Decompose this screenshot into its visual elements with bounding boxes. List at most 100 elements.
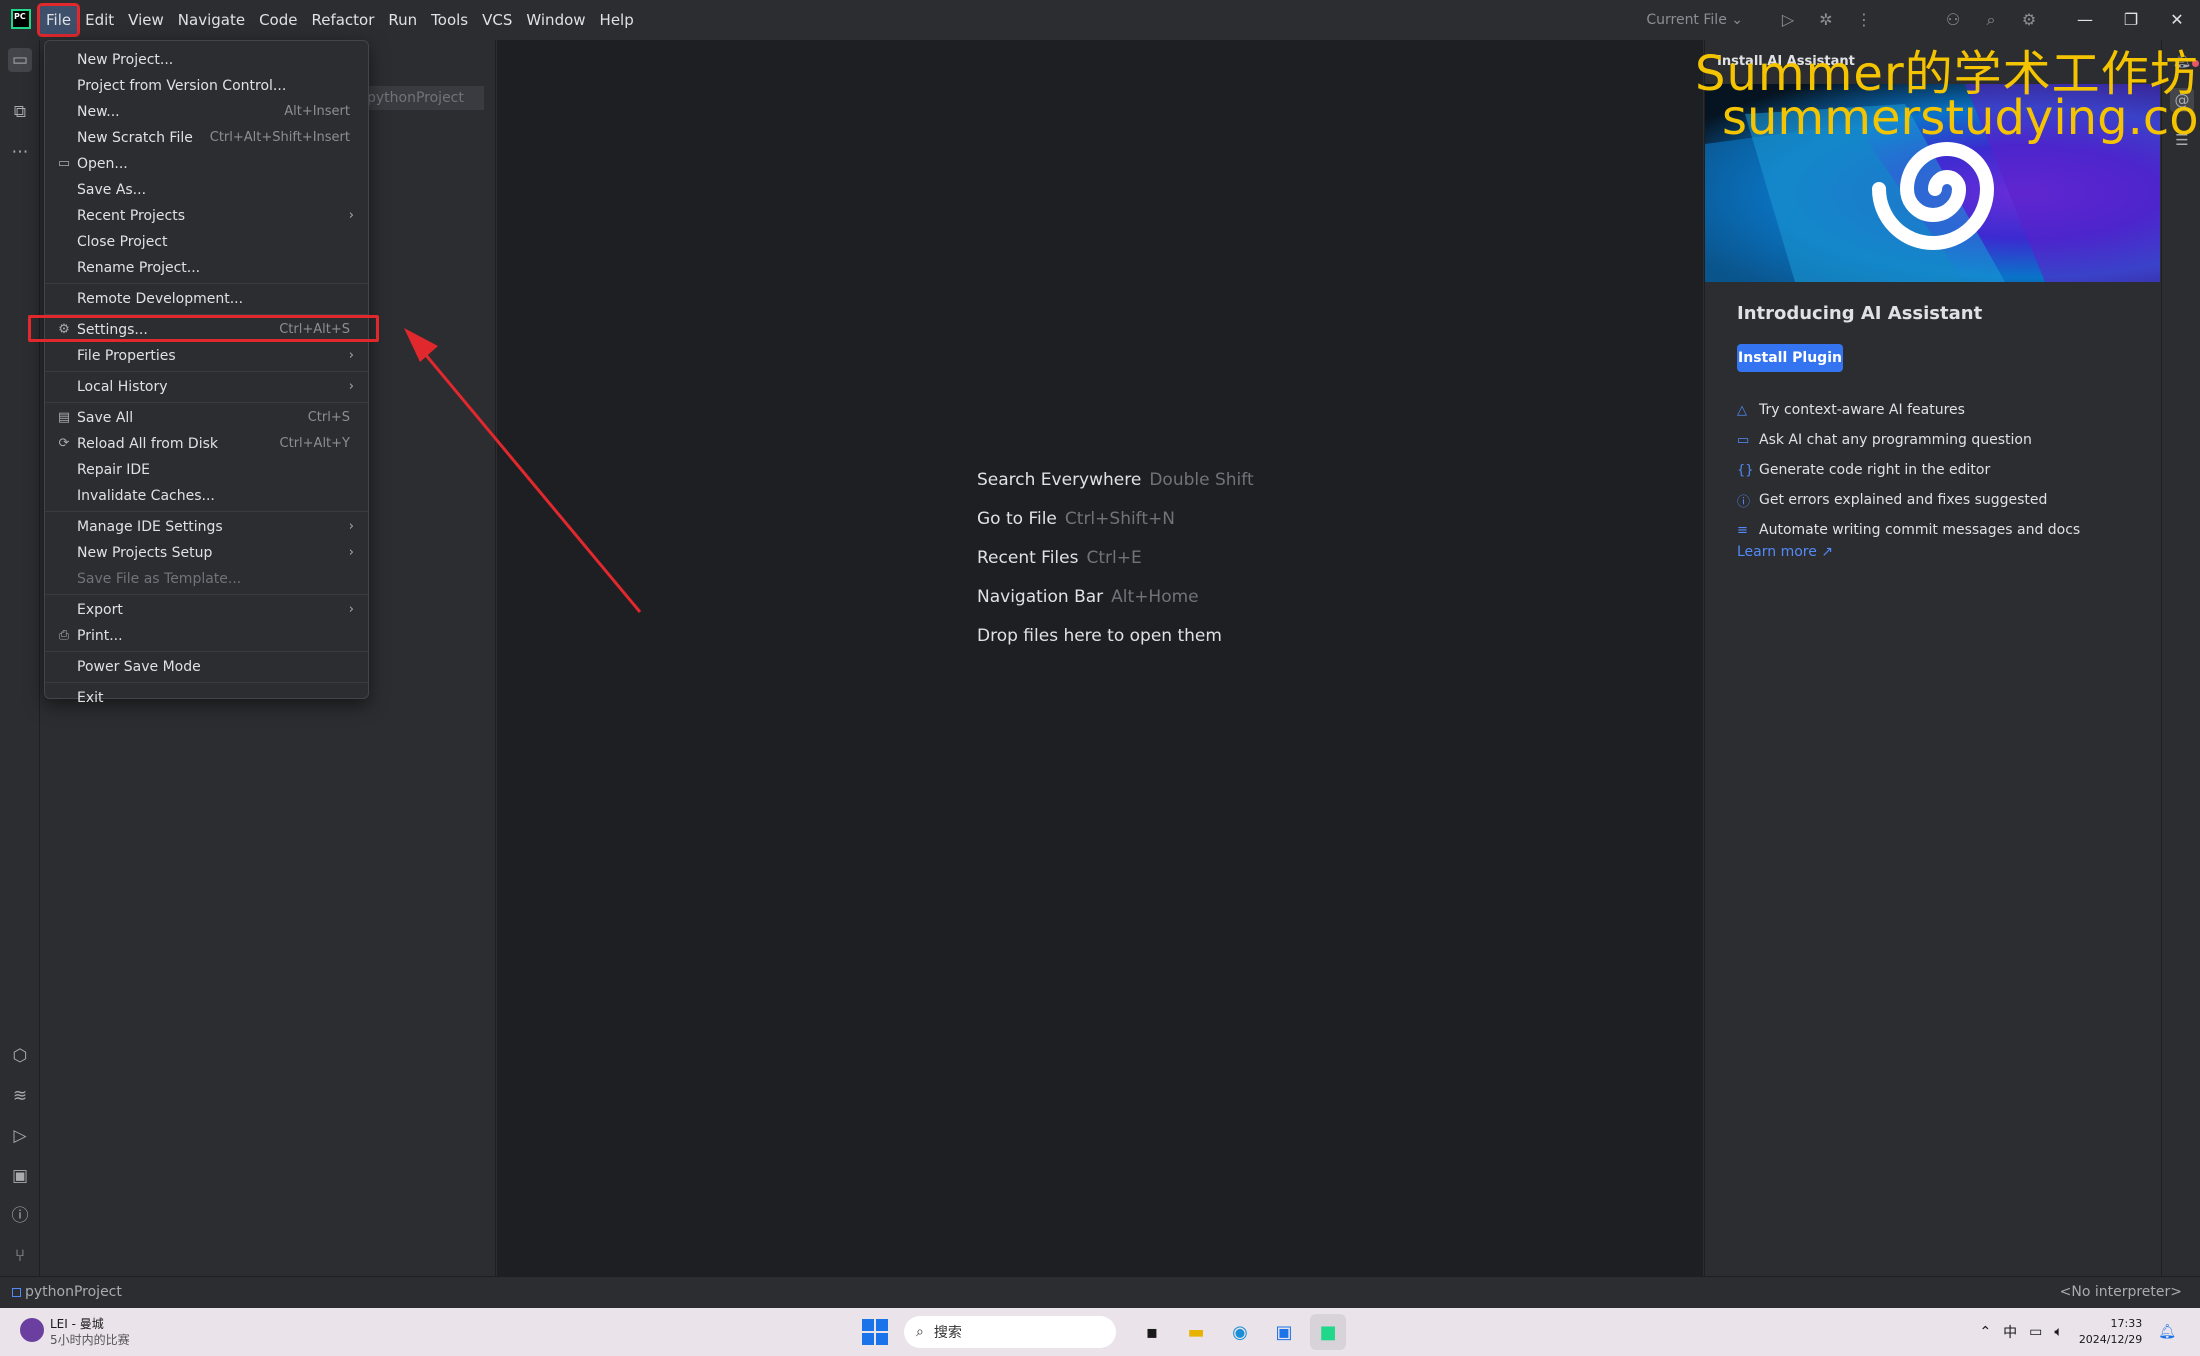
- clock-time: 17:33: [2110, 1317, 2143, 1330]
- menu-window[interactable]: Window: [520, 6, 591, 34]
- task-view-icon[interactable]: ▪: [1134, 1314, 1170, 1350]
- menu-navigate[interactable]: Navigate: [172, 6, 251, 34]
- menu-run[interactable]: Run: [382, 6, 423, 34]
- more-options-icon[interactable]: ⋮: [1854, 10, 1874, 30]
- ime-indicator[interactable]: 中: [2003, 1322, 2017, 1342]
- pycharm-taskbar-icon[interactable]: ■: [1310, 1314, 1346, 1350]
- menu-new-projects-setup[interactable]: New Projects Setup ›: [45, 540, 368, 566]
- run-config-selector[interactable]: Current File ⌄: [1646, 12, 1743, 28]
- chevron-right-icon: ›: [348, 348, 354, 363]
- menu-separator: [45, 651, 368, 652]
- python-packages-icon[interactable]: ⬡: [8, 1044, 32, 1068]
- feature-item: {} Generate code right in the editor: [1737, 462, 1991, 478]
- menu-local-history[interactable]: Local History ›: [45, 374, 368, 400]
- menu-exit[interactable]: Exit: [45, 685, 368, 711]
- pycharm-logo-icon[interactable]: PC: [11, 9, 31, 29]
- menu-recent-projects[interactable]: Recent Projects ›: [45, 203, 368, 229]
- code-with-me-icon[interactable]: ⚇: [1943, 10, 1963, 30]
- menu-help[interactable]: Help: [594, 6, 640, 34]
- edge-browser-icon[interactable]: ◉: [1222, 1314, 1258, 1350]
- interpreter-selector[interactable]: <No interpreter>: [2060, 1284, 2182, 1300]
- file-menu-dropdown: New Project... Project from Version Cont…: [44, 40, 369, 706]
- menu-invalidate-caches[interactable]: Invalidate Caches...: [45, 483, 368, 509]
- windows-start-icon[interactable]: [862, 1319, 888, 1345]
- settings-gear-icon[interactable]: ⚙: [2019, 10, 2039, 30]
- news-widget[interactable]: LEI - 曼城 5小时内的比赛: [20, 1316, 130, 1348]
- menu-close-project[interactable]: Close Project: [45, 229, 368, 255]
- ai-feature-list: △ Try context-aware AI features ▭ Ask AI c…: [1737, 395, 2080, 545]
- network-icon[interactable]: ▭: [2029, 1324, 2042, 1340]
- hint-go-to-file: Go to File Ctrl+Shift+N: [977, 509, 1175, 529]
- menu-manage-ide-settings[interactable]: Manage IDE Settings ›: [45, 514, 368, 540]
- status-project[interactable]: pythonProject: [12, 1284, 122, 1300]
- store-icon[interactable]: ▣: [1266, 1314, 1302, 1350]
- menu-code[interactable]: Code: [253, 6, 303, 34]
- menu-separator: [45, 402, 368, 403]
- services-icon[interactable]: ▷: [8, 1124, 32, 1148]
- menu-power-save-mode[interactable]: Power Save Mode: [45, 654, 368, 680]
- menu-remote-development[interactable]: Remote Development...: [45, 286, 368, 312]
- clock[interactable]: 17:33 2024/12/29: [2079, 1316, 2142, 1348]
- menu-separator: [45, 283, 368, 284]
- structure-icon[interactable]: ⧉: [8, 100, 32, 124]
- more-tools-icon[interactable]: ⋯: [8, 140, 32, 164]
- git-branch-icon[interactable]: ⑂: [8, 1244, 32, 1268]
- chevron-right-icon: ›: [348, 379, 354, 394]
- feature-item: ⓘ Get errors explained and fixes suggeste…: [1737, 492, 2048, 510]
- menu-view[interactable]: View: [122, 6, 170, 34]
- editor-area[interactable]: Search Everywhere Double Shift Go to File…: [497, 40, 1703, 1276]
- menu-vcs[interactable]: VCS: [476, 6, 518, 34]
- menu-save-file-as-template: Save File as Template...: [77, 571, 242, 587]
- menu-new[interactable]: New... Alt+Insert: [45, 99, 368, 125]
- learn-more-link[interactable]: Learn more ↗: [1737, 544, 1833, 560]
- search-icon: ⌕: [916, 1324, 924, 1340]
- file-explorer-icon[interactable]: ▬: [1178, 1314, 1214, 1350]
- tray-overflow-icon[interactable]: ⌃: [1979, 1324, 1991, 1340]
- terminal-icon[interactable]: ▣: [8, 1164, 32, 1188]
- menu-edit[interactable]: Edit: [79, 6, 120, 34]
- menu-repair-ide[interactable]: Repair IDE: [45, 457, 368, 483]
- reload-icon: ⟳: [58, 436, 70, 451]
- list-icon: ≡: [1737, 522, 1748, 538]
- problems-icon[interactable]: ⓘ: [8, 1204, 32, 1228]
- taskbar-search[interactable]: ⌕ 搜索: [904, 1316, 1116, 1348]
- menu-save-all[interactable]: ▤ Save All Ctrl+S: [45, 405, 368, 431]
- notification-bell-icon[interactable]: 🔔︎: [2158, 1324, 2176, 1340]
- project-root-chip[interactable]: pythonProject: [359, 86, 484, 110]
- volume-icon[interactable]: 🔈︎: [2054, 1324, 2062, 1340]
- menu-reload-all-from-disk[interactable]: ⟳ Reload All from Disk Ctrl+Alt+Y: [45, 431, 368, 457]
- triangle-icon: △: [1737, 402, 1747, 418]
- menu-new-scratch-file[interactable]: New Scratch File Ctrl+Alt+Shift+Insert: [45, 125, 368, 151]
- menu-separator: [45, 314, 368, 315]
- search-placeholder: 搜索: [933, 1325, 962, 1341]
- debug-icon[interactable]: ✲: [1816, 10, 1836, 30]
- menu-export[interactable]: Export ›: [45, 597, 368, 623]
- project-folder-icon[interactable]: ▭: [8, 48, 32, 72]
- chevron-right-icon: ›: [348, 519, 354, 534]
- menu-settings[interactable]: ⚙ Settings... Ctrl+Alt+S: [45, 317, 368, 343]
- watermark-url: summerstudying.com: [1722, 90, 2200, 146]
- menu-refactor[interactable]: Refactor: [305, 6, 380, 34]
- chevron-right-icon: ›: [348, 208, 354, 223]
- menu-file-properties[interactable]: File Properties ›: [45, 343, 368, 369]
- widget-subtitle: 5小时内的比赛: [50, 1333, 130, 1347]
- right-tool-strip: 🔔︎ @ ☰: [2161, 40, 2200, 1276]
- menu-project-from-vcs[interactable]: Project from Version Control...: [45, 73, 368, 99]
- menu-new-project[interactable]: New Project...: [45, 47, 368, 73]
- menu-print[interactable]: ⎙ Print...: [45, 623, 368, 649]
- hint-recent-files: Recent Files Ctrl+E: [977, 548, 1142, 568]
- team-logo-icon: [20, 1318, 44, 1342]
- install-plugin-button[interactable]: Install Plugin: [1737, 344, 1843, 372]
- menu-tools[interactable]: Tools: [425, 6, 474, 34]
- layers-icon[interactable]: ≋: [8, 1084, 32, 1108]
- status-bar: pythonProject <No interpreter>: [0, 1276, 2200, 1308]
- menu-file[interactable]: File: [36, 3, 81, 37]
- search-icon[interactable]: ⌕: [1981, 10, 2001, 30]
- run-icon[interactable]: ▷: [1778, 10, 1798, 30]
- menu-open[interactable]: ▭ Open...: [45, 151, 368, 177]
- hint-navigation-bar: Navigation Bar Alt+Home: [977, 587, 1199, 607]
- system-tray: ⌃ 中 ▭ 🔈︎ 17:33 2024/12/29 🔔︎: [1973, 1314, 2182, 1350]
- left-tool-strip: ▭ ⧉ ⋯ ⬡ ≋ ▷ ▣ ⓘ ⑂: [0, 40, 40, 1276]
- menu-rename-project[interactable]: Rename Project...: [45, 255, 368, 281]
- menu-save-as[interactable]: Save As...: [45, 177, 368, 203]
